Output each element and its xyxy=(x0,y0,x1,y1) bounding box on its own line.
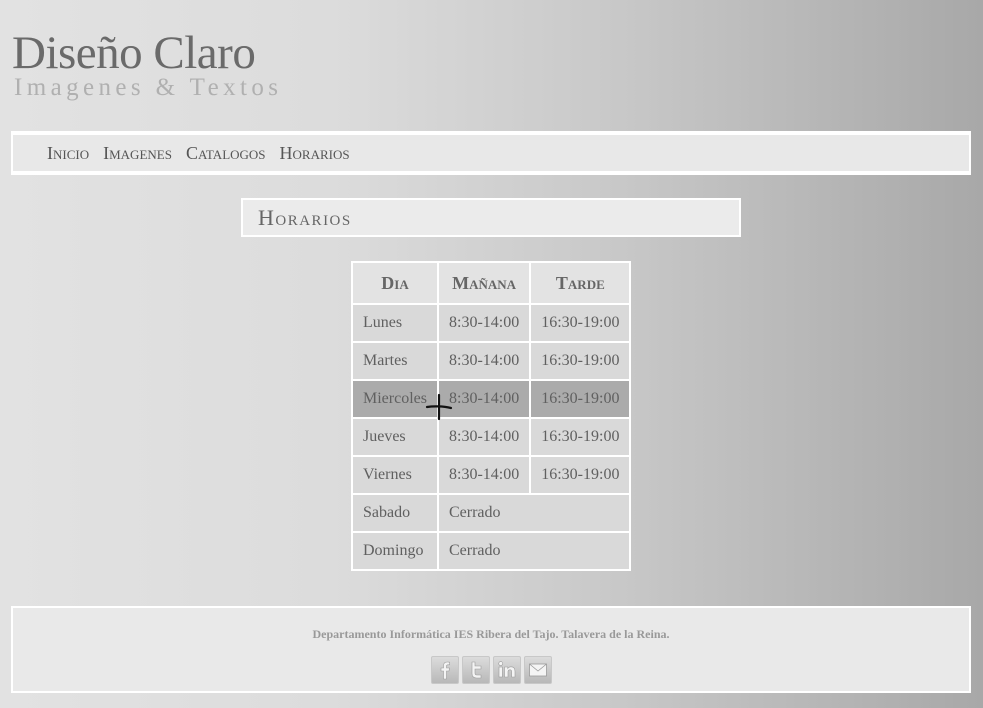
afternoon-cell: 16:30-19:00 xyxy=(529,455,632,495)
table-row: Sabado Cerrado xyxy=(351,493,632,533)
afternoon-cell: 16:30-19:00 xyxy=(529,417,632,457)
closed-cell: Cerrado xyxy=(436,493,632,533)
footer: Departamento Informática IES Ribera del … xyxy=(11,606,971,693)
table-row: Lunes 8:30-14:00 16:30-19:00 xyxy=(351,303,632,343)
nav-item-horarios[interactable]: Horarios xyxy=(280,143,350,164)
morning-cell: 8:30-14:00 xyxy=(436,379,532,419)
logo-subtitle: Imagenes & Textos xyxy=(14,74,283,101)
site-logo: Diseño Claro Imagenes & Textos xyxy=(12,28,312,100)
table-row: Martes 8:30-14:00 16:30-19:00 xyxy=(351,341,632,381)
twitter-icon[interactable] xyxy=(461,656,490,684)
afternoon-cell: 16:30-19:00 xyxy=(529,379,632,419)
header-day: Dia xyxy=(351,261,439,305)
afternoon-cell: 16:30-19:00 xyxy=(529,303,632,343)
morning-cell: 8:30-14:00 xyxy=(436,417,532,457)
logo-title: Diseño Claro xyxy=(12,27,256,79)
afternoon-cell: 16:30-19:00 xyxy=(529,341,632,381)
day-cell: Miercoles xyxy=(351,379,439,419)
day-cell: Martes xyxy=(351,341,439,381)
nav-item-inicio[interactable]: Inicio xyxy=(47,143,89,164)
nav-item-imagenes[interactable]: Imagenes xyxy=(103,143,172,164)
table-row-highlighted: Miercoles 8:30-14:00 16:30-19:00 xyxy=(351,379,632,419)
schedule-table: Dia Mañana Tarde Lunes 8:30-14:00 16:30-… xyxy=(351,261,632,571)
morning-cell: 8:30-14:00 xyxy=(436,341,532,381)
nav-item-catalogos[interactable]: Catalogos xyxy=(186,143,266,164)
day-cell: Sabado xyxy=(351,493,439,533)
footer-text: Departamento Informática IES Ribera del … xyxy=(312,627,670,641)
morning-cell: 8:30-14:00 xyxy=(436,455,532,495)
email-icon[interactable] xyxy=(523,656,552,684)
table-row: Domingo Cerrado xyxy=(351,531,632,571)
morning-cell: 8:30-14:00 xyxy=(436,303,532,343)
linkedin-icon[interactable] xyxy=(492,656,521,684)
table-header-row: Dia Mañana Tarde xyxy=(351,261,632,305)
day-cell: Jueves xyxy=(351,417,439,457)
nav-list: Inicio Imagenes Catalogos Horarios xyxy=(13,135,969,171)
header-morning: Mañana xyxy=(436,261,532,305)
social-links xyxy=(13,656,969,684)
day-cell: Lunes xyxy=(351,303,439,343)
main-nav: Inicio Imagenes Catalogos Horarios xyxy=(11,131,971,175)
day-cell: Viernes xyxy=(351,455,439,495)
closed-cell: Cerrado xyxy=(436,531,632,571)
header-afternoon: Tarde xyxy=(529,261,632,305)
facebook-icon[interactable] xyxy=(430,656,459,684)
day-cell: Domingo xyxy=(351,531,439,571)
page-title: Horarios xyxy=(258,205,352,230)
table-row: Viernes 8:30-14:00 16:30-19:00 xyxy=(351,455,632,495)
table-row: Jueves 8:30-14:00 16:30-19:00 xyxy=(351,417,632,457)
section-title-box: Horarios xyxy=(241,198,741,237)
